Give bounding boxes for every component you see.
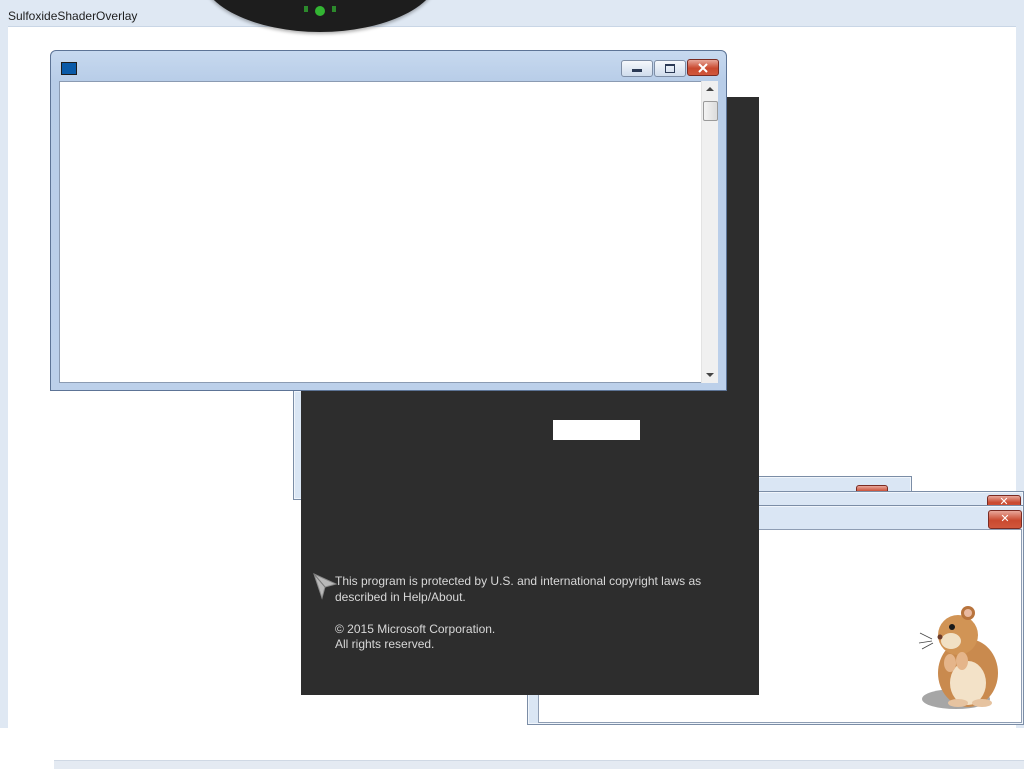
close-button[interactable] bbox=[687, 59, 719, 76]
app-icon bbox=[61, 62, 77, 75]
scroll-up-icon[interactable] bbox=[706, 87, 714, 91]
overlay-window-title: SulfoxideShaderOverlay bbox=[8, 9, 138, 23]
legal-text-line-1: This program is protected by U.S. and in… bbox=[335, 574, 702, 588]
copyright-line-2: All rights reserved. bbox=[335, 637, 435, 651]
splash-progress-bar bbox=[553, 420, 640, 440]
hamster-mascot[interactable] bbox=[918, 603, 1010, 711]
maximize-button[interactable] bbox=[654, 60, 686, 77]
close-icon bbox=[698, 63, 708, 73]
legal-text-line-2: described in Help/About. bbox=[335, 590, 466, 604]
main-text-area[interactable] bbox=[59, 81, 702, 383]
scroll-thumb[interactable] bbox=[703, 101, 718, 121]
main-window[interactable] bbox=[50, 50, 727, 391]
minimize-button[interactable] bbox=[621, 60, 653, 77]
hamster-window-close-button[interactable]: ✕ bbox=[988, 510, 1022, 529]
maximize-icon bbox=[665, 64, 675, 73]
minimize-icon bbox=[632, 69, 642, 72]
vertical-scrollbar[interactable] bbox=[701, 81, 718, 383]
scroll-down-icon[interactable] bbox=[706, 373, 714, 377]
copyright-line-1: © 2015 Microsoft Corporation. bbox=[335, 622, 496, 636]
dock-status-light-icon bbox=[304, 6, 336, 16]
